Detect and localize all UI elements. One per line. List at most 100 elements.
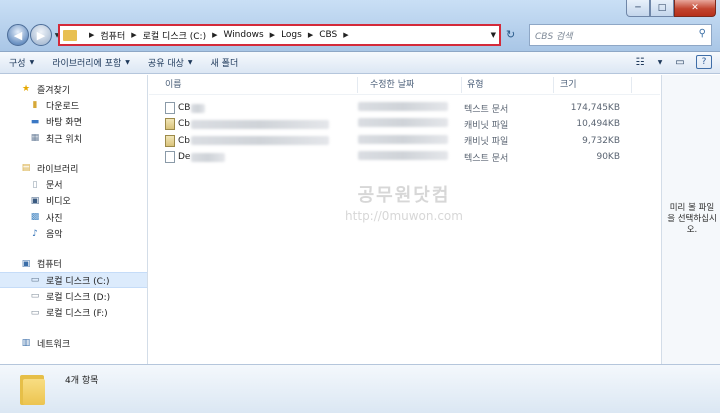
library-icon: ▤ bbox=[21, 163, 31, 174]
music-icon: ♪ bbox=[32, 228, 38, 239]
redacted-date bbox=[358, 151, 448, 161]
redacted-date bbox=[358, 102, 448, 112]
file-size: 9,732KB bbox=[582, 135, 620, 146]
column-header-size[interactable]: 크기 bbox=[554, 76, 632, 93]
star-icon: ★ bbox=[21, 84, 31, 95]
nav-item-documents[interactable]: ▯ 문서 bbox=[0, 176, 147, 192]
file-name: Cb bbox=[178, 119, 190, 130]
preview-message: 미리 볼 파일을 선택하십시오. bbox=[667, 203, 717, 235]
redacted-date bbox=[358, 118, 448, 128]
breadcrumb-local-disk-c[interactable]: 로컬 디스크 (C:) ▶ bbox=[143, 29, 224, 42]
redacted-text bbox=[191, 136, 329, 146]
file-row[interactable]: CB 텍스트 문서 174,745KB bbox=[149, 100, 660, 116]
folder-icon bbox=[63, 29, 77, 41]
file-name: De bbox=[178, 152, 191, 163]
file-size: 90KB bbox=[596, 152, 620, 163]
nav-item-downloads[interactable]: ▮ 다운로드 bbox=[0, 97, 147, 113]
nav-item-desktop[interactable]: ▬ 바탕 화면 bbox=[0, 114, 147, 130]
breadcrumb-windows[interactable]: Windows ▶ bbox=[223, 30, 281, 40]
title-bar: ─ □ ✕ ◀ ▶ ▼ ▶ 컴퓨터 ▶ 로컬 디스크 (C:) ▶ Windows ▶… bbox=[0, 0, 720, 52]
redacted-text bbox=[191, 103, 206, 113]
chevron-down-icon: ▼ bbox=[125, 59, 130, 66]
preview-pane-icon[interactable]: ▭ bbox=[672, 55, 688, 69]
nav-item-recent-places[interactable]: ▦ 최근 위치 bbox=[0, 130, 147, 146]
nav-item-local-disk-c[interactable]: ▭ 로컬 디스크 (C:) bbox=[0, 271, 147, 289]
libraries-group[interactable]: ▤ 라이브러리 bbox=[0, 160, 147, 176]
column-headers: 이름 수정한 날짜 유형 크기 bbox=[149, 75, 660, 95]
maximize-button[interactable]: □ bbox=[650, 0, 674, 17]
nav-item-pictures[interactable]: ▩ 사진 bbox=[0, 209, 147, 225]
address-dropdown-icon[interactable]: ▼ bbox=[491, 31, 496, 39]
nav-item-music[interactable]: ♪ 음악 bbox=[0, 225, 147, 241]
breadcrumb-separator[interactable]: ▶ bbox=[83, 31, 100, 39]
file-type: 캐비닛 파일 bbox=[464, 120, 509, 131]
breadcrumb-cbs[interactable]: CBS ▶ bbox=[319, 30, 354, 40]
documents-icon: ▯ bbox=[32, 179, 38, 190]
share-with-menu[interactable]: 공유 대상 ▼ bbox=[139, 56, 202, 69]
computer-group[interactable]: ▣ 컴퓨터 bbox=[0, 256, 147, 272]
organize-menu[interactable]: 구성 ▼ bbox=[0, 56, 43, 69]
help-icon[interactable]: ? bbox=[696, 55, 712, 69]
details-pane: 4개 항목 bbox=[0, 364, 720, 413]
file-type: 텍스트 문서 bbox=[464, 104, 509, 115]
file-row[interactable]: Cb 캐비닛 파일 9,732KB bbox=[149, 133, 660, 149]
watermark-url: http://0muwon.com bbox=[345, 209, 463, 223]
drive-icon: ▭ bbox=[30, 291, 40, 302]
breadcrumb-logs[interactable]: Logs ▶ bbox=[281, 30, 319, 40]
back-button[interactable]: ◀ bbox=[7, 24, 29, 46]
video-icon: ▣ bbox=[30, 195, 40, 206]
search-icon[interactable]: ⚲ bbox=[699, 28, 706, 39]
column-header-name[interactable]: 이름 bbox=[149, 76, 358, 93]
redacted-date bbox=[358, 134, 448, 144]
forward-button[interactable]: ▶ bbox=[30, 24, 52, 46]
recent-places-icon: ▦ bbox=[30, 133, 40, 144]
search-placeholder[interactable]: CBS 검색 bbox=[535, 29, 573, 42]
window-controls: ─ □ ✕ bbox=[626, 0, 716, 18]
file-name: Cb bbox=[178, 135, 190, 146]
include-in-library-menu[interactable]: 라이브러리에 포함 ▼ bbox=[43, 56, 139, 69]
file-size: 174,745KB bbox=[570, 103, 620, 114]
chevron-down-icon: ▼ bbox=[29, 59, 35, 66]
folder-icon bbox=[20, 373, 46, 405]
file-name: CB bbox=[178, 103, 191, 114]
network-group[interactable]: ▥ 네트워크 bbox=[0, 335, 147, 351]
refresh-icon[interactable]: ↻ bbox=[506, 28, 515, 41]
minimize-button[interactable]: ─ bbox=[626, 0, 650, 17]
nav-item-local-disk-f[interactable]: ▭ 로컬 디스크 (F:) bbox=[0, 305, 147, 321]
change-view-icon[interactable]: ☷ bbox=[632, 55, 648, 69]
breadcrumb-computer[interactable]: 컴퓨터 ▶ bbox=[100, 29, 142, 42]
close-button[interactable]: ✕ bbox=[674, 0, 716, 17]
computer-icon: ▣ bbox=[21, 258, 31, 269]
nav-item-videos[interactable]: ▣ 비디오 bbox=[0, 193, 147, 209]
view-options-chevron-icon[interactable]: ▼ bbox=[656, 55, 664, 69]
system-drive-icon: ▭ bbox=[30, 275, 40, 286]
new-folder-button[interactable]: 새 폴더 bbox=[202, 56, 248, 69]
search-box[interactable]: CBS 검색 ⚲ bbox=[529, 24, 712, 46]
cabinet-file-icon bbox=[165, 118, 175, 131]
download-folder-icon: ▮ bbox=[32, 100, 38, 111]
navigation-buttons: ◀ ▶ ▼ bbox=[7, 24, 62, 46]
favorites-group[interactable]: ★ 즐겨찾기 bbox=[0, 81, 147, 97]
desktop-icon: ▬ bbox=[30, 116, 40, 127]
file-type: 텍스트 문서 bbox=[464, 153, 509, 164]
file-type: 캐비닛 파일 bbox=[464, 137, 509, 148]
file-list: 이름 수정한 날짜 유형 크기 CB 텍스트 문서 174,745KB Cb 캐… bbox=[149, 75, 660, 364]
watermark: 공무원닷컴 http://0muwon.com bbox=[289, 181, 519, 223]
drive-icon: ▭ bbox=[30, 307, 40, 318]
command-bar: 구성 ▼ 라이브러리에 포함 ▼ 공유 대상 ▼ 새 폴더 ☷ ▼ ▭ ? bbox=[0, 52, 720, 74]
address-bar[interactable]: ▶ 컴퓨터 ▶ 로컬 디스크 (C:) ▶ Windows ▶ Logs ▶ CBS ▶ … bbox=[58, 24, 501, 46]
column-header-date-modified[interactable]: 수정한 날짜 bbox=[358, 76, 462, 93]
redacted-text bbox=[191, 119, 329, 129]
pictures-icon: ▩ bbox=[30, 212, 40, 223]
item-count: 4개 항목 bbox=[65, 376, 99, 386]
text-file-icon bbox=[165, 102, 175, 115]
file-row[interactable]: De 텍스트 문서 90KB bbox=[149, 149, 660, 165]
file-row[interactable]: Cb 캐비닛 파일 10,494KB bbox=[149, 116, 660, 132]
redacted-text bbox=[191, 152, 226, 162]
nav-item-local-disk-d[interactable]: ▭ 로컬 디스크 (D:) bbox=[0, 288, 147, 304]
navigation-pane: ★ 즐겨찾기 ▮ 다운로드 ▬ 바탕 화면 ▦ 최근 위치 ▤ 라이브러리 ▯ … bbox=[0, 75, 148, 364]
preview-pane: 미리 볼 파일을 선택하십시오. bbox=[661, 75, 720, 364]
text-file-icon bbox=[165, 151, 175, 164]
column-header-type[interactable]: 유형 bbox=[462, 76, 554, 93]
file-size: 10,494KB bbox=[576, 119, 620, 130]
